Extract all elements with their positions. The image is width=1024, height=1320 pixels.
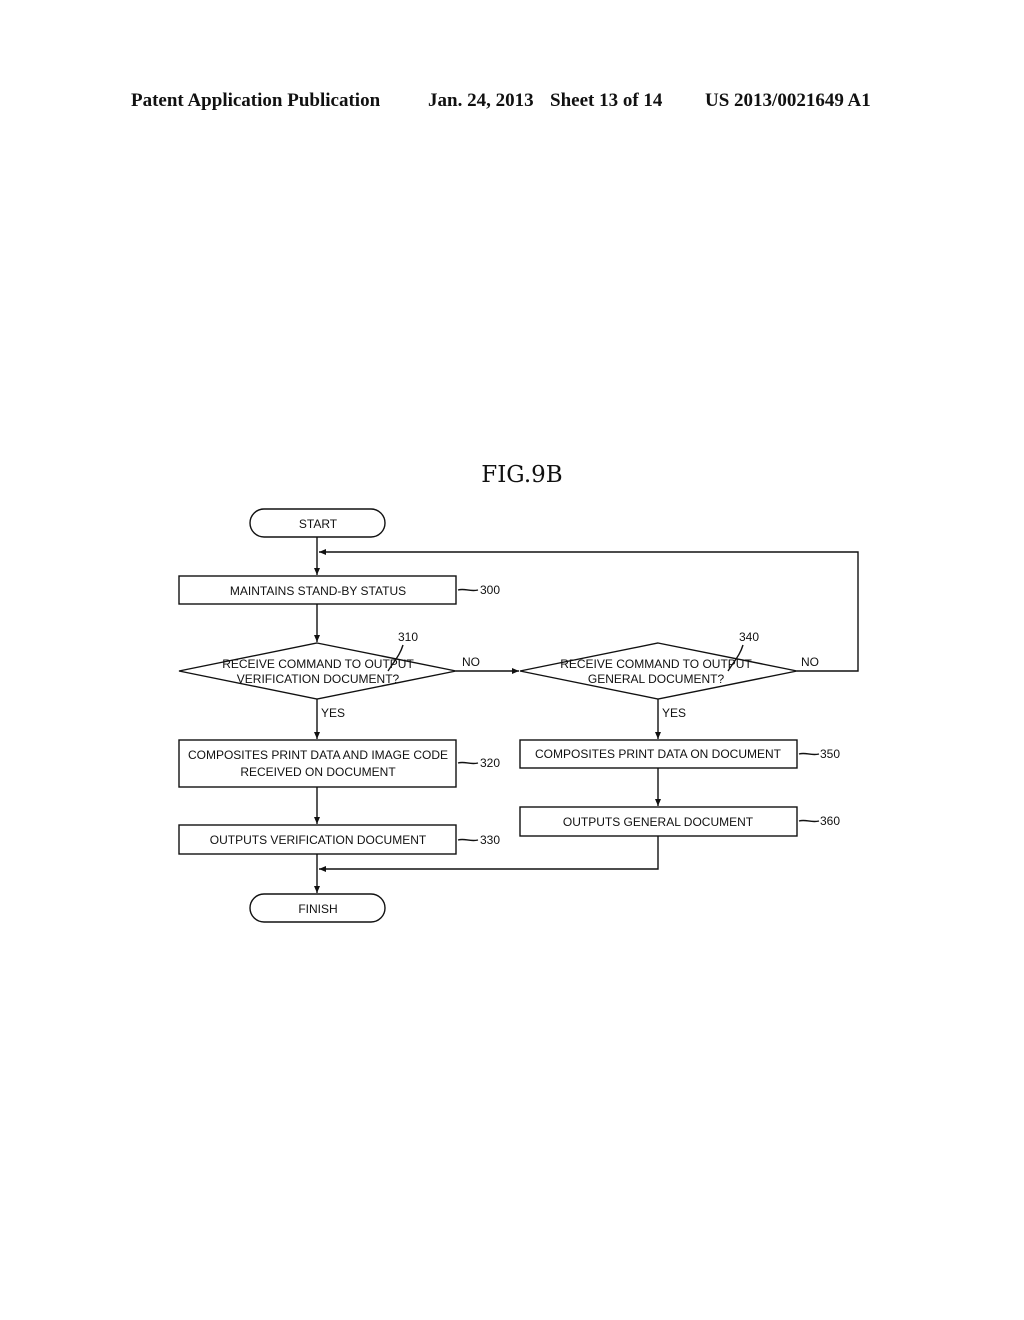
- step-320-ref: 320: [480, 756, 500, 770]
- step-340-label-line2: GENERAL DOCUMENT?: [588, 672, 725, 686]
- step-310-ref: 310: [398, 630, 418, 644]
- edge-340-no-label: NO: [801, 655, 819, 669]
- start-label: START: [299, 517, 338, 531]
- step-310-label-line1: RECEIVE COMMAND TO OUTPUT: [222, 657, 414, 671]
- step-300-label: MAINTAINS STAND-BY STATUS: [230, 584, 406, 598]
- step-320-label-line1: COMPOSITES PRINT DATA AND IMAGE CODE: [188, 748, 448, 762]
- step-340-label-line1: RECEIVE COMMAND TO OUTPUT: [560, 657, 752, 671]
- step-320-label-line2: RECEIVED ON DOCUMENT: [240, 765, 396, 779]
- flowchart: START MAINTAINS STAND-BY STATUS 300 RECE…: [178, 508, 859, 923]
- step-310-diamond: [178, 642, 457, 700]
- edge-310-yes-label: YES: [321, 706, 345, 720]
- finish-label: FINISH: [298, 902, 337, 916]
- step-360-ref: 360: [820, 814, 840, 828]
- ref-leader-350: [798, 752, 820, 756]
- step-310-label-line2: VERIFICATION DOCUMENT?: [237, 672, 400, 686]
- ref-leader-320: [457, 761, 479, 765]
- step-330-label: OUTPUTS VERIFICATION DOCUMENT: [210, 833, 427, 847]
- edge-340-yes-label: YES: [662, 706, 686, 720]
- edge-310-no-label: NO: [462, 655, 480, 669]
- step-350-label: COMPOSITES PRINT DATA ON DOCUMENT: [535, 747, 782, 761]
- step-300-ref: 300: [480, 583, 500, 597]
- step-340-diamond: [519, 642, 798, 700]
- ref-leader-330: [457, 838, 479, 842]
- step-330-ref: 330: [480, 833, 500, 847]
- ref-leader-360: [798, 819, 820, 823]
- ref-leader-300: [457, 588, 479, 592]
- step-360-label: OUTPUTS GENERAL DOCUMENT: [563, 815, 754, 829]
- step-350-ref: 350: [820, 747, 840, 761]
- step-340-ref: 340: [739, 630, 759, 644]
